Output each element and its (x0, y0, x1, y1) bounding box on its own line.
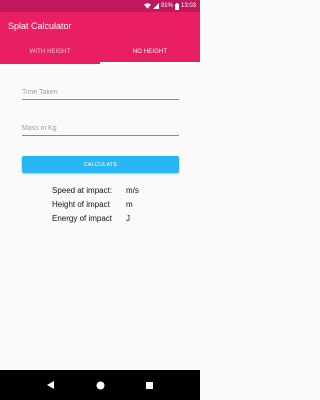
tab-bar: WITH HEIGHT NO HEIGHT (0, 40, 200, 64)
status-bar: 91% 13:03 (0, 0, 200, 12)
energy-unit: J (126, 213, 130, 223)
speed-label: Speed at impact: (52, 185, 113, 195)
height-row: Height of impact m (52, 197, 139, 211)
main-content: CALCULATE Speed at impact: m/s Height of… (0, 64, 200, 370)
results-panel: Speed at impact: m/s Height of impact m … (52, 183, 139, 225)
recents-icon[interactable] (146, 381, 154, 389)
battery-percent: 91% (160, 3, 173, 9)
height-label: Height of impact (52, 199, 110, 209)
home-icon[interactable] (96, 381, 105, 390)
navigation-bar (0, 370, 200, 400)
app-bar: Splat Calculator (0, 12, 200, 40)
back-icon[interactable] (46, 381, 55, 389)
tab-no-height[interactable]: NO HEIGHT (100, 40, 200, 64)
tab-no-height-label: NO HEIGHT (132, 49, 168, 55)
speed-unit: m/s (126, 185, 139, 195)
speed-row: Speed at impact: m/s (52, 183, 139, 197)
tab-with-height-label: WITH HEIGHT (29, 49, 71, 55)
signal-icon (152, 3, 159, 9)
battery-icon (174, 2, 179, 10)
status-time: 13:03 (180, 3, 196, 9)
wifi-icon (143, 3, 151, 9)
height-unit: m (126, 199, 133, 209)
energy-label: Energy of impact (52, 213, 113, 223)
calculate-button[interactable]: CALCULATE (22, 156, 179, 173)
time-taken-input[interactable] (22, 86, 179, 100)
mass-input[interactable] (22, 122, 179, 136)
tab-with-height[interactable]: WITH HEIGHT (0, 40, 100, 64)
energy-row: Energy of impact J (52, 211, 139, 225)
app-title: Splat Calculator (8, 21, 72, 31)
